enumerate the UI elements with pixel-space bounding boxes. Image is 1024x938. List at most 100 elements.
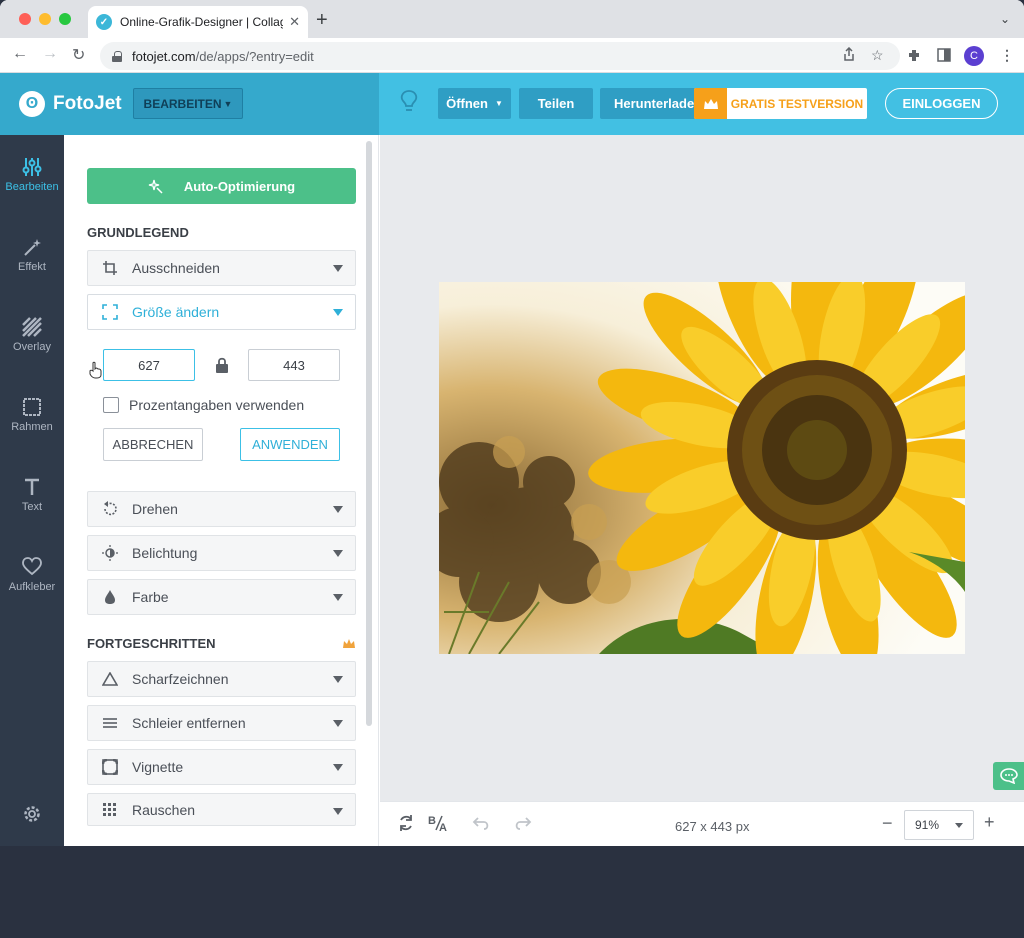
crop-label: Ausschneiden xyxy=(132,260,220,276)
magic-wand-icon xyxy=(24,239,41,256)
browser-menu-icon[interactable]: ⋮ xyxy=(1000,47,1014,64)
crop-accordion[interactable]: Ausschneiden xyxy=(87,250,356,286)
download-button[interactable]: Herunterladen xyxy=(600,88,700,119)
undo-icon[interactable] xyxy=(471,817,491,831)
share-icon[interactable] xyxy=(843,47,855,62)
crown-icon xyxy=(694,88,727,119)
tab-bar: ✓ Online-Grafik-Designer | Collag ✕ + ⌄ xyxy=(0,0,1024,38)
caret-down-icon: ▼ xyxy=(223,98,233,109)
resize-accordion[interactable]: Größe ändern xyxy=(87,294,356,330)
crop-icon xyxy=(100,260,120,276)
free-trial-button[interactable]: GRATIS TESTVERSION xyxy=(694,88,867,119)
address-bar[interactable]: fotojet.com/de/apps/?entry=edit xyxy=(100,42,900,70)
bookmark-star-icon[interactable]: ☆ xyxy=(871,47,884,64)
profile-avatar[interactable]: C xyxy=(964,46,984,66)
dehaze-accordion[interactable]: Schleier entfernen xyxy=(87,705,356,741)
redo-icon[interactable] xyxy=(513,817,533,831)
exposure-accordion[interactable]: Belichtung xyxy=(87,535,356,571)
reset-icon[interactable] xyxy=(397,814,415,832)
panel-scrollbar[interactable] xyxy=(366,141,372,726)
rail-item-overlay[interactable]: Overlay xyxy=(0,317,64,353)
new-tab-icon[interactable]: + xyxy=(316,10,328,30)
noise-label: Rauschen xyxy=(132,801,196,818)
noise-accordion[interactable]: Rauschen xyxy=(87,793,356,826)
compare-ba-icon[interactable]: BA xyxy=(428,814,448,832)
basic-section-title: GRUNDLEGEND xyxy=(87,225,189,240)
rail-label: Rahmen xyxy=(11,421,53,433)
vignette-accordion[interactable]: Vignette xyxy=(87,749,356,785)
height-input[interactable]: 443 xyxy=(248,349,340,381)
hand-cursor-icon xyxy=(89,361,102,379)
login-button[interactable]: EINLOGGEN xyxy=(885,88,998,119)
reload-icon[interactable]: ↻ xyxy=(72,45,85,65)
svg-text:B: B xyxy=(428,815,436,827)
app-header: ʘ FotoJet BEARBEITEN ▼ Öffnen ▼ Teilen Her… xyxy=(0,73,1024,135)
lightbulb-icon[interactable] xyxy=(399,89,419,117)
vignette-label: Vignette xyxy=(132,759,184,775)
caret-down-icon: ▼ xyxy=(494,99,503,108)
back-arrow-icon[interactable]: ← xyxy=(12,45,28,63)
crown-icon xyxy=(343,639,355,648)
haze-lines-icon xyxy=(100,717,120,729)
apply-button[interactable]: ANWENDEN xyxy=(240,428,340,461)
desktop-background xyxy=(0,846,1024,938)
browser-toolbar: ← → ↻ fotojet.com/de/apps/?entry=edit ☆ … xyxy=(0,38,1024,73)
zoom-select[interactable]: 91% xyxy=(904,810,974,840)
chevron-down-icon xyxy=(333,265,343,272)
sunflower-photo[interactable] xyxy=(439,282,965,654)
fotojet-logo-icon: ʘ xyxy=(19,91,45,117)
zoom-in-icon[interactable]: + xyxy=(984,812,995,833)
mode-dropdown-button[interactable]: BEARBEITEN ▼ xyxy=(133,88,243,119)
share-button[interactable]: Teilen xyxy=(519,88,593,119)
text-icon xyxy=(25,478,39,495)
exposure-label: Belichtung xyxy=(132,545,198,561)
drop-icon xyxy=(100,589,120,605)
settings-gear-icon[interactable] xyxy=(22,804,42,824)
aspect-lock-icon[interactable] xyxy=(215,357,229,373)
chat-support-button[interactable] xyxy=(993,762,1024,790)
rail-item-aufkleber[interactable]: Aufkleber xyxy=(0,557,64,593)
forward-arrow-icon[interactable]: → xyxy=(42,45,58,63)
tab-title: Online-Grafik-Designer | Collag xyxy=(120,15,284,29)
sharpen-label: Scharfzeichnen xyxy=(132,671,229,687)
rail-label: Aufkleber xyxy=(8,581,56,593)
chevron-down-icon xyxy=(333,764,343,771)
chevron-down-icon[interactable]: ⌄ xyxy=(1000,12,1010,26)
rail-item-text[interactable]: Text xyxy=(0,477,64,513)
width-input[interactable]: 627 xyxy=(103,349,195,381)
rotate-icon xyxy=(100,501,120,517)
rail-item-effekt[interactable]: Effekt xyxy=(0,237,64,273)
percent-checkbox[interactable] xyxy=(103,397,119,413)
app-header-left: ʘ FotoJet BEARBEITEN ▼ xyxy=(0,73,379,135)
trial-label: GRATIS TESTVERSION xyxy=(730,96,864,111)
heart-icon xyxy=(22,557,42,576)
fotojet-logo[interactable]: ʘ FotoJet xyxy=(19,91,122,117)
triangle-icon xyxy=(100,672,120,686)
maximize-window-button[interactable] xyxy=(59,13,71,25)
sidepanel-icon[interactable] xyxy=(937,48,951,62)
rail-label: Bearbeiten xyxy=(5,181,59,193)
open-button[interactable]: Öffnen ▼ xyxy=(438,88,511,119)
open-label: Öffnen xyxy=(446,96,488,111)
minimize-window-button[interactable] xyxy=(39,13,51,25)
close-tab-icon[interactable]: ✕ xyxy=(289,14,300,30)
browser-tab[interactable]: ✓ Online-Grafik-Designer | Collag ✕ xyxy=(88,6,308,38)
cancel-button[interactable]: ABBRECHEN xyxy=(103,428,203,461)
rail-item-bearbeiten[interactable]: Bearbeiten xyxy=(0,157,64,193)
auto-optimize-button[interactable]: Auto-Optimierung xyxy=(87,168,356,204)
frame-icon xyxy=(23,398,41,416)
resize-label: Größe ändern xyxy=(132,304,220,320)
resize-icon xyxy=(100,304,120,320)
rail-item-rahmen[interactable]: Rahmen xyxy=(0,397,64,433)
magic-stars-icon xyxy=(148,179,163,194)
color-accordion[interactable]: Farbe xyxy=(87,579,356,615)
caret-down-icon xyxy=(955,823,963,828)
percent-label: Prozentangaben verwenden xyxy=(129,397,305,413)
noise-grid-icon xyxy=(100,802,120,817)
extensions-icon[interactable] xyxy=(907,48,922,63)
rotate-accordion[interactable]: Drehen xyxy=(87,491,356,527)
zoom-out-icon[interactable]: − xyxy=(882,813,893,834)
sharpen-accordion[interactable]: Scharfzeichnen xyxy=(87,661,356,697)
svg-text:A: A xyxy=(439,822,447,832)
close-window-button[interactable] xyxy=(19,13,31,25)
